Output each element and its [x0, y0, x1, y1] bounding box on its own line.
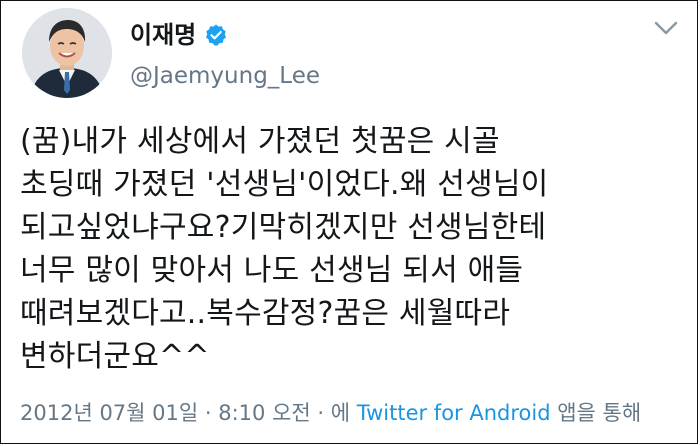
meta-separator: · — [198, 401, 219, 425]
tweet-text: (꿈)내가 세상에서 가졌던 첫꿈은 시골 초딩때 가졌던 '선생님'이었다.왜… — [20, 120, 680, 378]
tweet-time[interactable]: 8:10 오전 — [218, 401, 310, 425]
meta-separator: · — [310, 401, 331, 425]
verified-badge-icon — [206, 24, 227, 46]
tweet-line: 너무 많이 맞아서 나도 선생님 되서 애들 — [20, 253, 524, 288]
author-handle[interactable]: @Jaemyung_Lee — [130, 62, 320, 90]
tweet-metadata: 2012년 07월 01일 · 8:10 오전 · 에 Twitter for … — [20, 398, 641, 428]
avatar-image — [22, 8, 112, 98]
tweet-line: (꿈)내가 세상에서 가졌던 첫꿈은 시골 — [20, 124, 500, 159]
author-name[interactable]: 이재명 — [130, 20, 196, 50]
tweet-line: 되고싶었냐구요?기막히겠지만 선생님한테 — [20, 210, 547, 245]
tweet-line: 초딩때 가졌던 '선생님'이었다.왜 선생님이 — [20, 167, 549, 202]
via-suffix: 앱을 통해 — [550, 401, 642, 425]
avatar[interactable] — [22, 8, 112, 98]
via-prefix: 에 — [330, 401, 357, 425]
chevron-down-icon[interactable] — [654, 20, 678, 36]
tweet-line: 변하더군요^^ — [20, 339, 210, 374]
tweet-line: 때려보겠다고..복수감정?꿈은 세월따라 — [20, 296, 511, 331]
tweet-date[interactable]: 2012년 07월 01일 — [20, 401, 198, 425]
source-app-link[interactable]: Twitter for Android — [357, 401, 551, 425]
author-row: 이재명 — [130, 20, 228, 50]
